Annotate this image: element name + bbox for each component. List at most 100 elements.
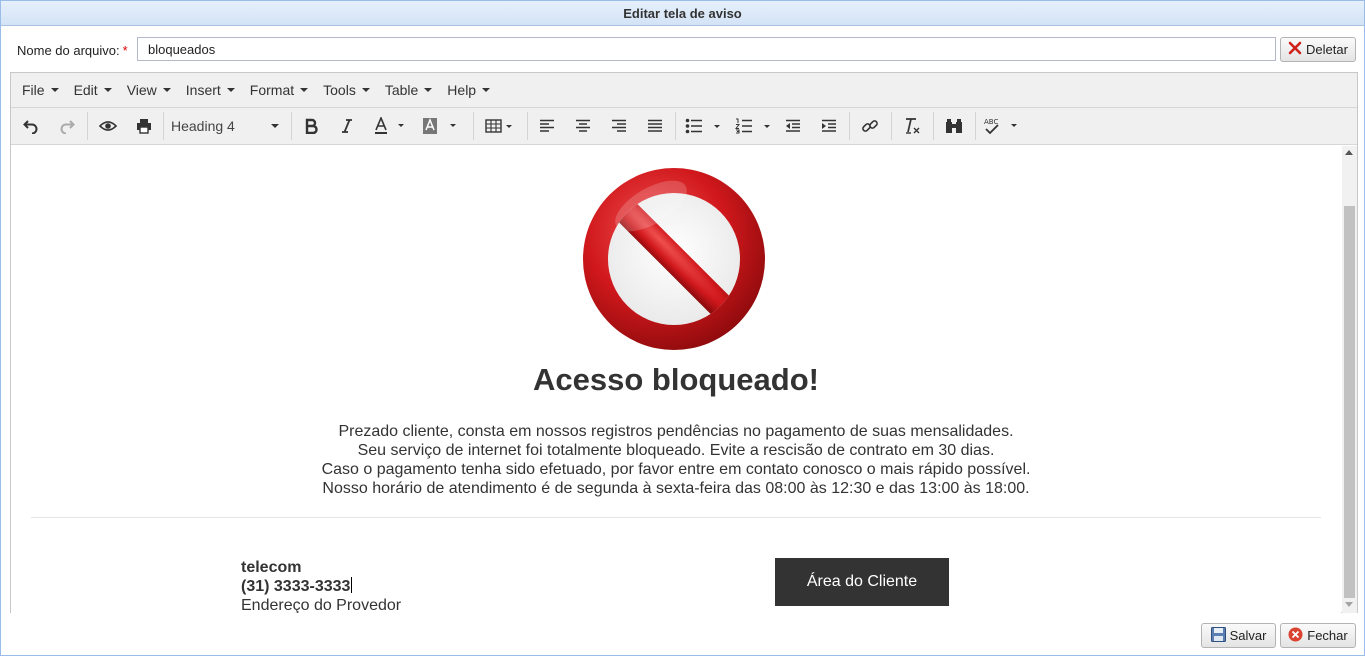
block-format-select[interactable]: Heading 4 xyxy=(171,114,283,138)
filename-label: Nome do arquivo: * xyxy=(17,43,128,58)
scrollbar-thumb[interactable] xyxy=(1344,206,1355,598)
align-justify-button[interactable] xyxy=(643,114,667,138)
menu-view[interactable]: View xyxy=(122,73,181,108)
close-button[interactable]: Fechar xyxy=(1280,623,1356,648)
spellcheck-button[interactable]: ABC xyxy=(981,114,1021,138)
print-button[interactable] xyxy=(131,114,157,138)
save-button-label: Salvar xyxy=(1229,628,1267,643)
edit-warning-dialog: Editar tela de aviso Nome do arquivo:* D… xyxy=(0,0,1365,656)
undo-button[interactable] xyxy=(19,114,43,138)
caret-down-icon xyxy=(50,88,59,92)
outdent-icon xyxy=(786,119,800,132)
eye-icon xyxy=(99,121,117,131)
editor-scrollbar[interactable] xyxy=(1342,146,1357,613)
bold-button[interactable] xyxy=(299,114,323,138)
align-right-icon xyxy=(612,119,626,132)
redo-icon xyxy=(60,120,75,134)
caret-down-icon xyxy=(103,88,112,92)
outdent-button[interactable] xyxy=(781,114,805,138)
menu-tools[interactable]: Tools xyxy=(318,73,380,108)
filename-row: Nome do arquivo: * xyxy=(1,36,1364,64)
find-replace-button[interactable] xyxy=(941,114,967,138)
redo-button[interactable] xyxy=(55,114,79,138)
text-cursor xyxy=(351,577,353,593)
text-color-button[interactable] xyxy=(369,114,409,138)
required-mark: * xyxy=(122,43,128,58)
toolbar-separator xyxy=(87,112,88,140)
align-center-icon xyxy=(576,119,590,132)
align-right-button[interactable] xyxy=(607,114,631,138)
numbered-list-icon xyxy=(735,118,770,134)
background-color-button[interactable] xyxy=(417,114,461,138)
align-justify-icon xyxy=(648,119,662,132)
toolbar-separator xyxy=(849,112,850,140)
insert-link-button[interactable] xyxy=(857,114,883,138)
clear-format-icon xyxy=(906,118,920,134)
menu-insert[interactable]: Insert xyxy=(181,73,245,108)
editor-content[interactable]: Acesso bloqueado! Prezado cliente, const… xyxy=(11,146,1341,613)
menu-tools-label: Tools xyxy=(323,82,356,98)
printer-icon xyxy=(137,119,151,134)
caret-down-icon xyxy=(162,88,171,92)
message-line: Prezado cliente, consta em nossos regist… xyxy=(338,423,1014,440)
phone-number: (31) 3333-3333 xyxy=(241,578,351,595)
text-color-icon xyxy=(375,117,404,134)
close-circle-icon xyxy=(1288,627,1303,645)
toolbar-separator xyxy=(473,112,474,140)
table-icon xyxy=(485,119,512,133)
preview-button[interactable] xyxy=(95,114,121,138)
phone-line: (31) 3333-3333 xyxy=(241,577,401,596)
menu-view-label: View xyxy=(126,82,157,98)
delete-button-label: Deletar xyxy=(1306,42,1348,57)
align-left-button[interactable] xyxy=(535,114,559,138)
dialog-title: Editar tela de aviso xyxy=(1,1,1364,26)
indent-icon xyxy=(822,119,836,132)
filename-input[interactable] xyxy=(137,37,1276,61)
caret-down-icon xyxy=(361,88,370,92)
scroll-up-arrow-icon[interactable] xyxy=(1345,150,1353,155)
provider-address: Endereço do Provedor xyxy=(241,597,402,613)
caret-down-icon xyxy=(300,88,309,92)
delete-button[interactable]: Deletar xyxy=(1280,37,1356,62)
align-center-button[interactable] xyxy=(571,114,595,138)
block-format-value: Heading 4 xyxy=(171,118,235,134)
menu-help-label: Help xyxy=(447,82,477,98)
caret-down-icon xyxy=(226,88,235,92)
bullet-list-button[interactable] xyxy=(683,114,723,138)
menu-file[interactable]: File xyxy=(17,73,69,108)
warning-message: Prezado cliente, consta em nossos regist… xyxy=(11,422,1341,498)
editor-menubar: File Edit View Insert Format Tools Table… xyxy=(11,73,1357,108)
warning-heading: Acesso bloqueado! xyxy=(533,362,819,397)
menu-table-label: Table xyxy=(384,82,419,98)
undo-icon xyxy=(23,120,38,134)
menu-table[interactable]: Table xyxy=(380,73,442,108)
menu-format[interactable]: Format xyxy=(245,73,318,108)
menu-help[interactable]: Help xyxy=(442,73,500,108)
menu-edit-label: Edit xyxy=(73,82,98,98)
floppy-disk-icon xyxy=(1210,626,1226,645)
italic-button[interactable] xyxy=(335,114,359,138)
menu-edit[interactable]: Edit xyxy=(69,73,122,108)
message-line: Nosso horário de atendimento é de segund… xyxy=(322,480,1030,497)
close-button-label: Fechar xyxy=(1307,628,1348,643)
table-button[interactable] xyxy=(483,114,517,138)
stop-sign-icon xyxy=(583,168,765,350)
bullet-list-icon xyxy=(685,118,720,134)
client-area-button[interactable]: Área do Cliente xyxy=(775,558,949,606)
message-line: Caso o pagamento tenha sido efetuado, po… xyxy=(321,461,1031,478)
toolbar-separator xyxy=(891,112,892,140)
menu-file-label: File xyxy=(22,82,45,98)
scroll-down-arrow-icon[interactable] xyxy=(1345,602,1353,607)
horizontal-divider xyxy=(31,517,1321,518)
indent-button[interactable] xyxy=(817,114,841,138)
link-icon xyxy=(862,120,878,132)
toolbar-separator xyxy=(675,112,676,140)
align-left-icon xyxy=(540,119,554,132)
save-button[interactable]: Salvar xyxy=(1201,623,1276,648)
message-line: Seu serviço de internet foi totalmente b… xyxy=(357,442,995,459)
toolbar-separator xyxy=(527,112,528,140)
bold-icon xyxy=(305,118,318,134)
clear-formatting-button[interactable] xyxy=(899,114,925,138)
italic-icon xyxy=(342,119,352,133)
numbered-list-button[interactable] xyxy=(733,114,773,138)
